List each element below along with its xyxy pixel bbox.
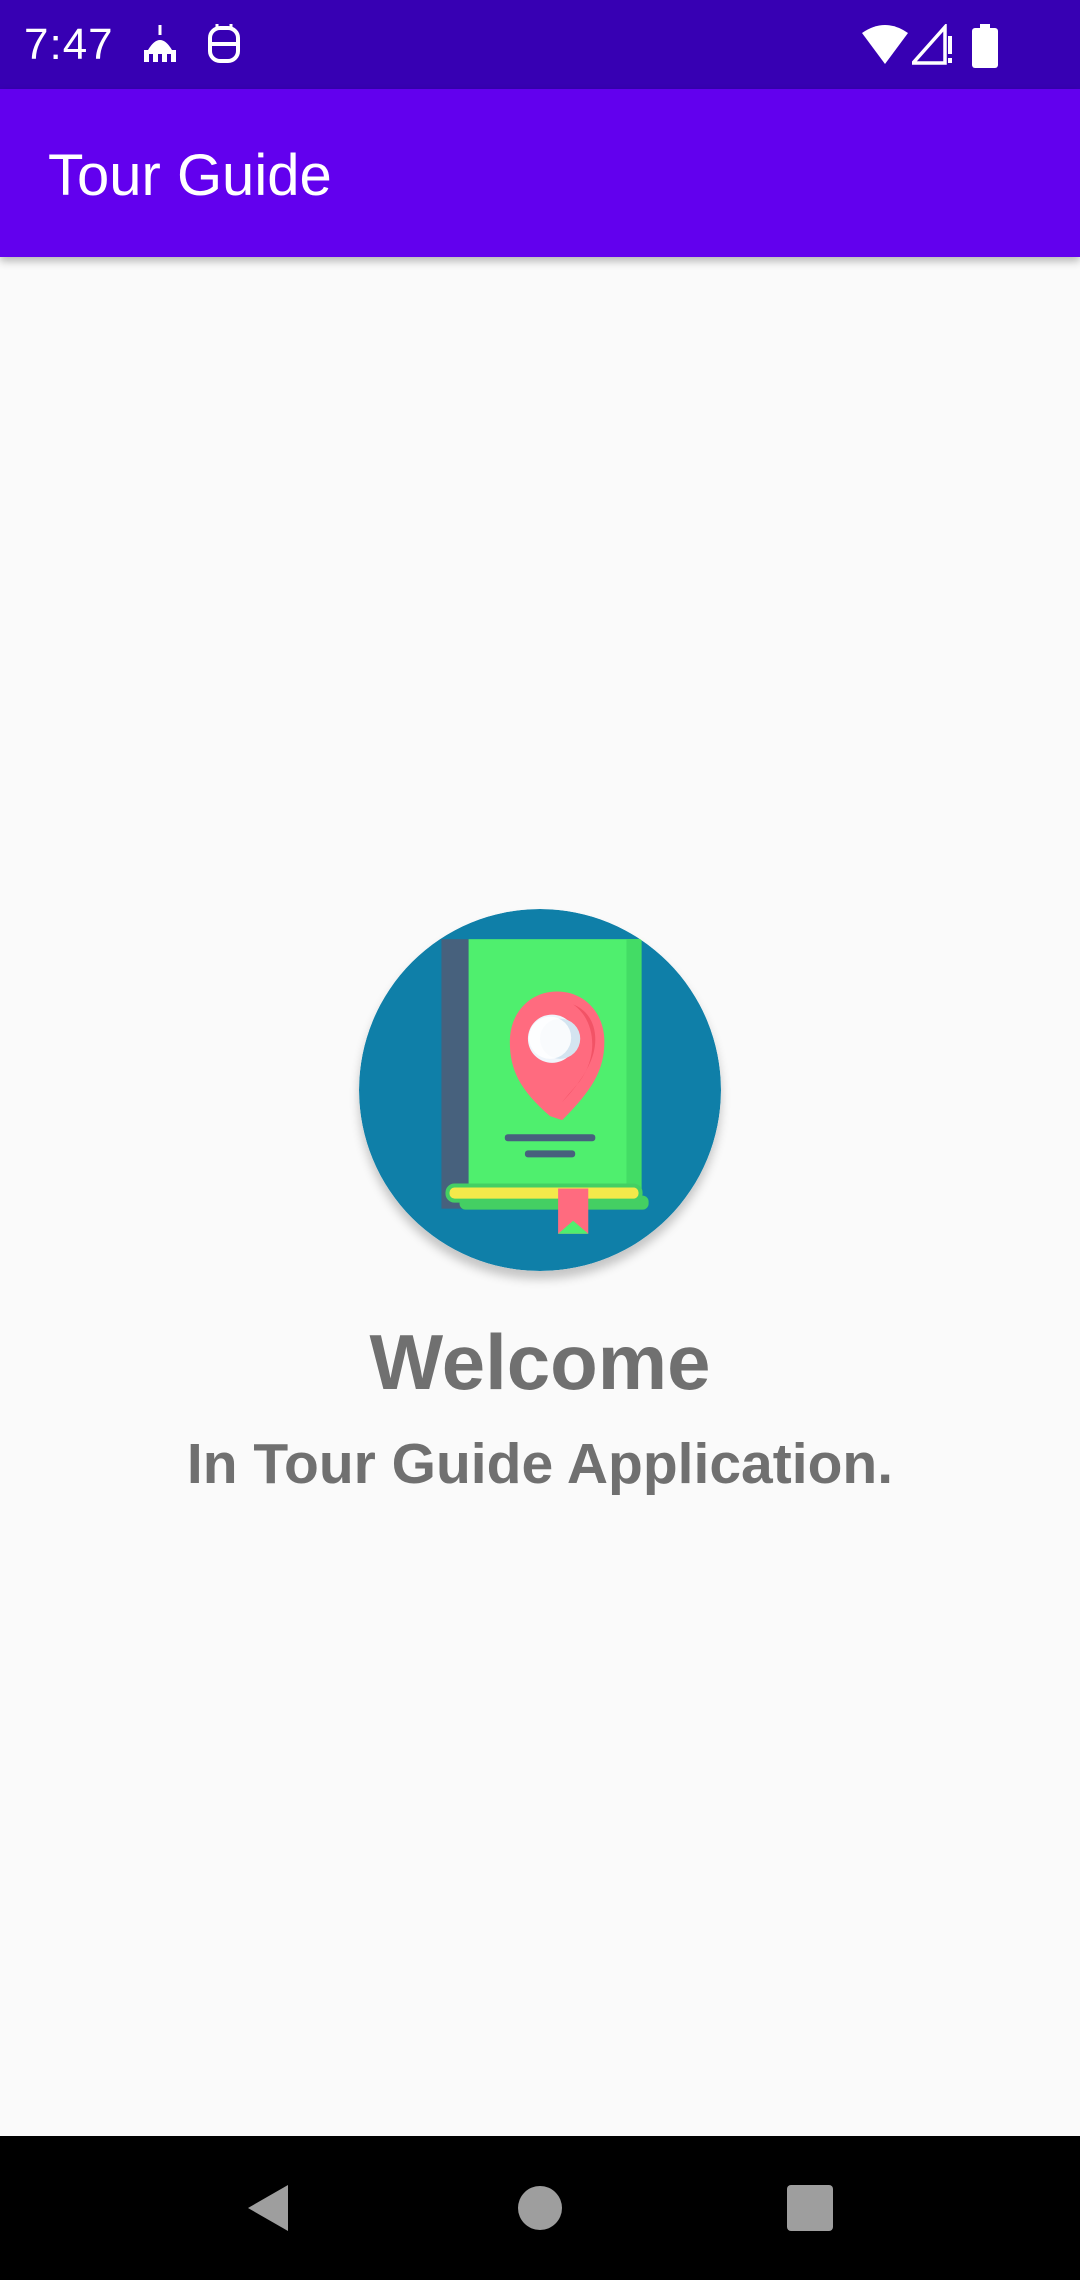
navigation-bar: [0, 2136, 1080, 2280]
status-bar: 7:47: [0, 0, 1080, 89]
home-icon[interactable]: [505, 2173, 575, 2243]
wifi-icon: [862, 25, 908, 64]
welcome-subtitle: In Tour Guide Application.: [186, 1432, 894, 1496]
book-map-pin-icon: [359, 909, 721, 1271]
battery-icon: [972, 24, 998, 68]
keyboard-face-icon: [208, 24, 240, 63]
back-icon[interactable]: [236, 2173, 306, 2243]
recents-icon[interactable]: [775, 2173, 845, 2243]
signal-icon: [912, 24, 952, 65]
mosque-icon: [144, 25, 176, 62]
welcome-screen: Welcome In Tour Guide Application.: [0, 257, 1080, 2136]
welcome-title: Welcome: [369, 1318, 711, 1406]
app-title: Tour Guide: [48, 143, 332, 208]
app-bar: Tour Guide: [0, 89, 1080, 257]
status-time: 7:47: [24, 20, 114, 69]
